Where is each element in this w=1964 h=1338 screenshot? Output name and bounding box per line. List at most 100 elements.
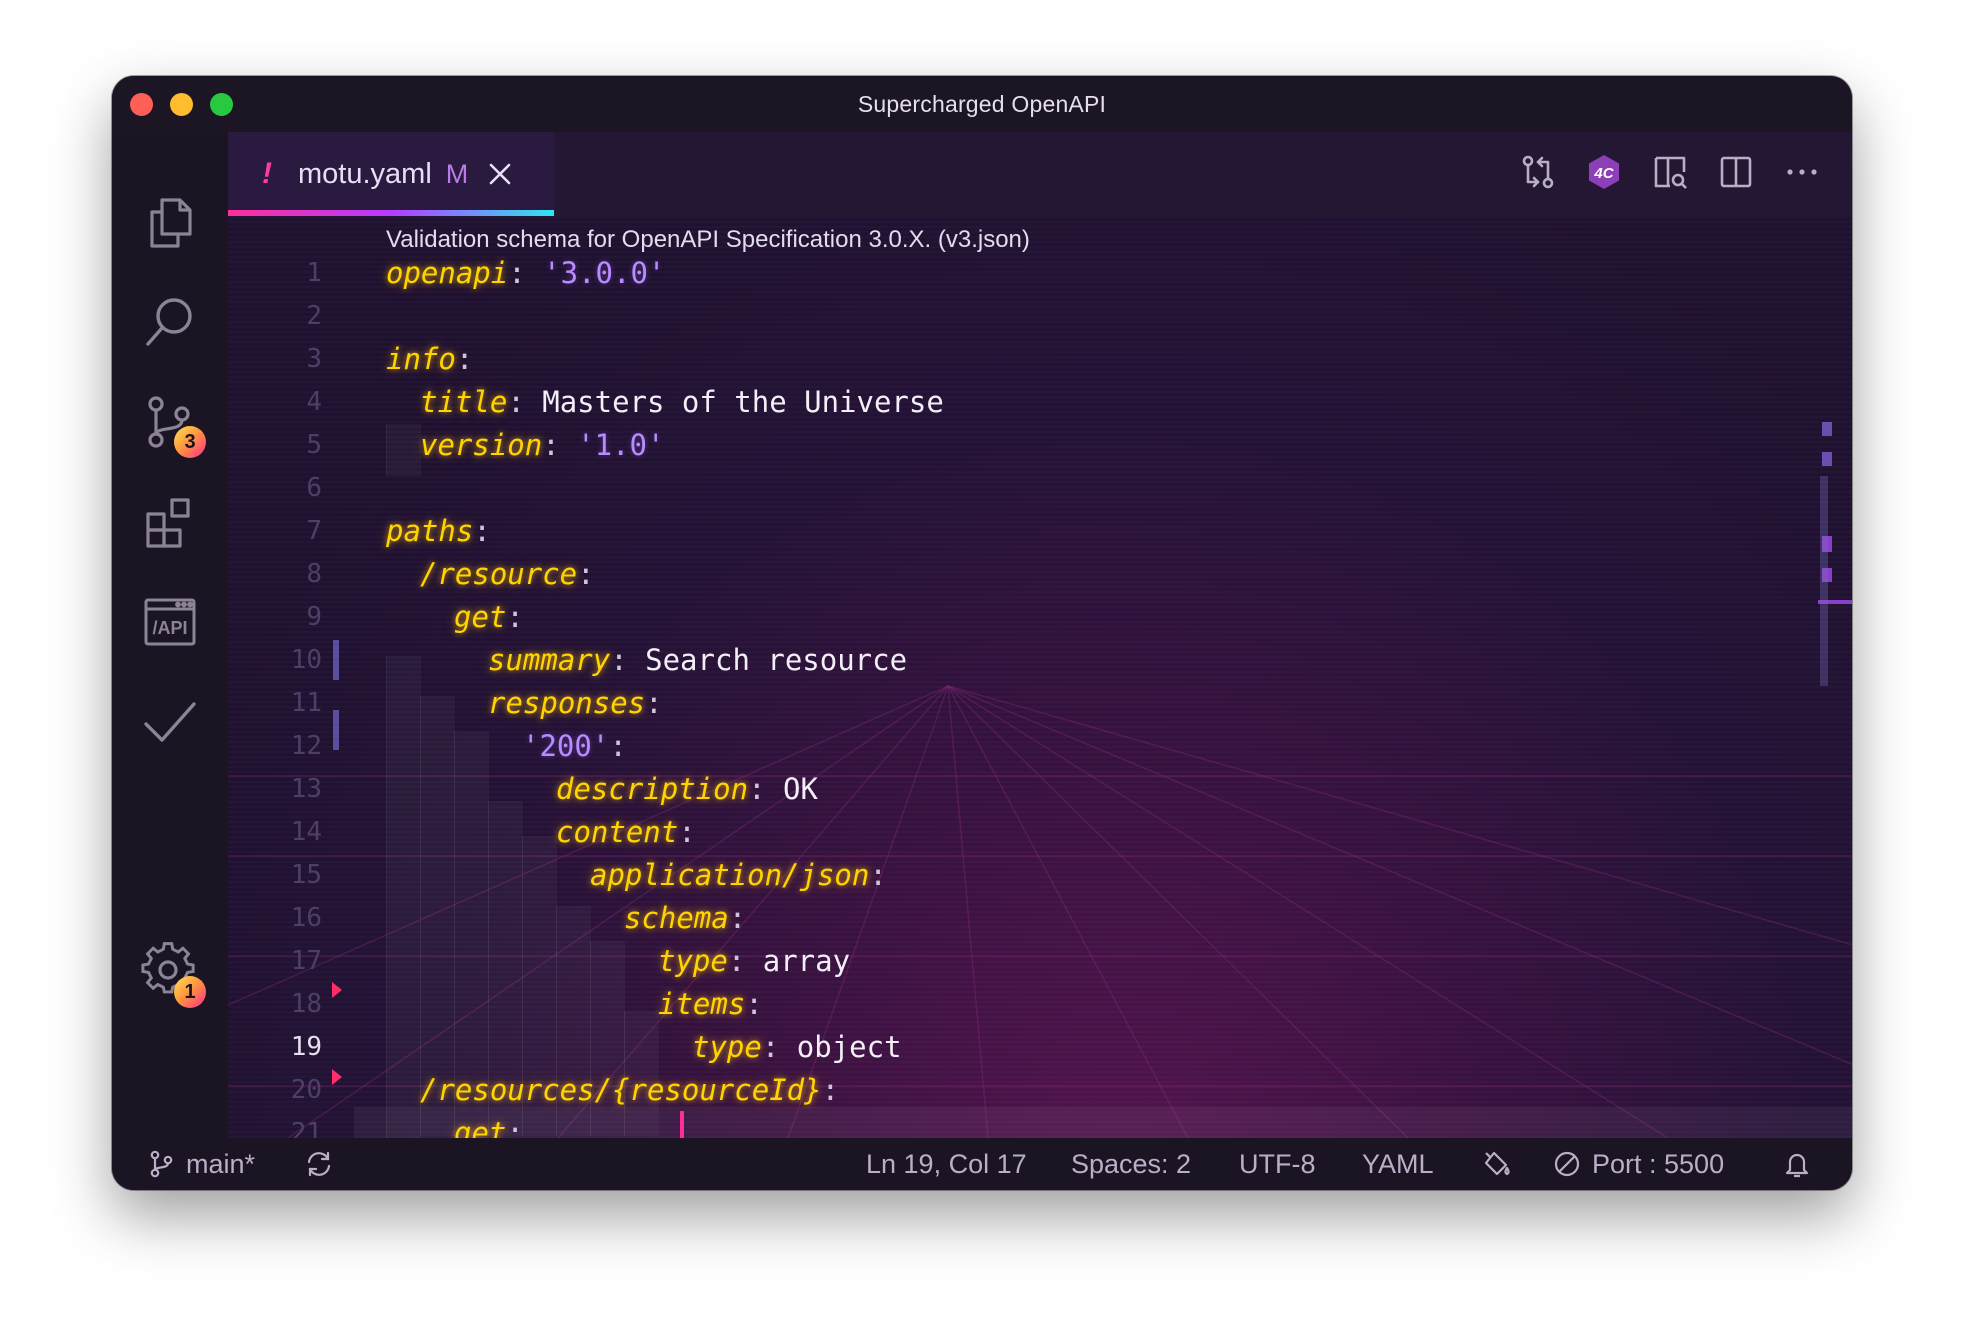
search-icon (146, 298, 192, 346)
code-line[interactable]: 21 get: (228, 1112, 1852, 1138)
line-number: 12 (290, 731, 322, 761)
line-number: 6 (306, 473, 322, 503)
line-number: 11 (290, 688, 322, 718)
open-preview-icon (1654, 156, 1687, 189)
code-line[interactable]: 14 content: (228, 811, 1852, 854)
api-extension-icon: 4C (1589, 155, 1619, 189)
line-code: title: Masters of the Universe (420, 385, 944, 419)
extensions-icon (146, 498, 190, 548)
compare-changes-icon (1522, 155, 1554, 189)
line-code: responses: (488, 686, 663, 720)
theme-button[interactable] (1482, 1138, 1512, 1190)
indentation-setting[interactable]: Spaces: 2 (1071, 1138, 1191, 1190)
code-line[interactable]: 11 responses: (228, 682, 1852, 725)
line-code: summary: Search resource (488, 643, 908, 677)
code-line[interactable]: 8 /resource: (228, 553, 1852, 596)
port-label: Port : 5500 (1592, 1148, 1725, 1179)
line-code: /resource: (420, 557, 595, 591)
api-icon-label: /API (152, 618, 187, 638)
no-entry-icon (1554, 1151, 1580, 1177)
code-line[interactable]: 12 '200': (228, 725, 1852, 768)
close-window-button[interactable] (130, 93, 153, 116)
line-number: 1 (306, 258, 322, 288)
bell-icon (1785, 1153, 1809, 1178)
search-button[interactable] (136, 288, 204, 356)
explorer-button[interactable] (136, 188, 204, 256)
minimize-window-button[interactable] (170, 93, 193, 116)
line-code: schema: (624, 901, 747, 935)
manage-button[interactable]: 1 (136, 938, 206, 1008)
code-line[interactable]: 17 type: array (228, 940, 1852, 983)
line-code: items: (658, 987, 763, 1021)
editor-window: Supercharged OpenAPI 3 /API 1 ! motu.yam… (112, 76, 1852, 1190)
code-line[interactable]: 5 version: '1.0' (228, 424, 1852, 467)
branch-name: main* (186, 1148, 256, 1179)
line-number: 2 (306, 301, 322, 331)
line-code: paths: (386, 514, 491, 548)
code-line[interactable]: 20 /resources/{resourceId}: (228, 1069, 1852, 1112)
code-line[interactable]: 18 items: (228, 983, 1852, 1026)
line-number: 14 (290, 817, 322, 847)
extensions-button[interactable] (136, 488, 204, 556)
api-button[interactable]: /API (136, 588, 204, 656)
line-code: version: '1.0' (420, 428, 665, 462)
more-actions-icon (1787, 169, 1817, 175)
activity-bar: 3 /API 1 (112, 132, 228, 1138)
files-icon (150, 198, 192, 248)
code-line[interactable]: 10 summary: Search resource (228, 639, 1852, 682)
code-line[interactable]: 15 application/json: (228, 854, 1852, 897)
api-extension-button[interactable]: 4C (1582, 150, 1626, 194)
language-mode[interactable]: YAML (1362, 1138, 1434, 1190)
line-number: 5 (306, 430, 322, 460)
code-line[interactable]: 1 openapi: '3.0.0' (228, 252, 1852, 295)
window-title: Supercharged OpenAPI (857, 90, 1107, 117)
line-number: 15 (290, 860, 322, 890)
line-code: type: array (658, 944, 851, 978)
source-control-badge: 3 (174, 426, 206, 458)
line-number: 18 (290, 989, 322, 1019)
split-editor-icon (1720, 156, 1752, 188)
code-line[interactable]: 7 paths: (228, 510, 1852, 553)
warning-icon: ! (262, 157, 272, 190)
code-line[interactable]: 3 info: (228, 338, 1852, 381)
maximize-window-button[interactable] (210, 93, 233, 116)
more-actions-button[interactable] (1780, 150, 1824, 194)
modified-indicator: M (445, 158, 469, 189)
sync-button[interactable] (304, 1138, 334, 1190)
line-code: application/json: (590, 858, 887, 892)
tab-motu-yaml[interactable]: ! motu.yaml M (228, 132, 554, 216)
sync-icon (307, 1151, 331, 1177)
line-number: 10 (290, 645, 322, 675)
schema-breadcrumb[interactable]: Validation schema for OpenAPI Specificat… (386, 226, 1030, 254)
title-bar: Supercharged OpenAPI (112, 76, 1852, 132)
split-editor-button[interactable] (1714, 150, 1758, 194)
code-line[interactable]: 13 description: OK (228, 768, 1852, 811)
check-icon (144, 702, 196, 742)
close-icon[interactable] (486, 160, 514, 188)
source-control-button[interactable]: 3 (136, 388, 206, 458)
git-branch-icon (150, 1150, 173, 1178)
editor-actions: 4C (1516, 150, 1824, 194)
vertical-scrollbar[interactable] (1820, 476, 1828, 686)
code-line[interactable]: 19 type: object (228, 1026, 1852, 1069)
code-line[interactable]: 2 (228, 295, 1852, 338)
code-editor[interactable]: Validation schema for OpenAPI Specificat… (228, 216, 1852, 1138)
line-number: 13 (290, 774, 322, 804)
testing-button[interactable] (136, 688, 204, 756)
code-line[interactable]: 4 title: Masters of the Universe (228, 381, 1852, 424)
status-bar: main* Ln 19, Col 17 Spaces: 2 UTF-8 YAML… (112, 1138, 1852, 1190)
cursor-position[interactable]: Ln 19, Col 17 (866, 1138, 1027, 1190)
code-line[interactable]: 16 schema: (228, 897, 1852, 940)
live-server-port[interactable]: Port : 5500 (1552, 1138, 1724, 1190)
svg-text:4C: 4C (1593, 165, 1614, 182)
code-line[interactable]: 6 (228, 467, 1852, 510)
line-number: 3 (306, 344, 322, 374)
notifications-button[interactable] (1782, 1138, 1812, 1190)
line-number: 9 (306, 602, 322, 632)
branch-indicator[interactable]: main* (146, 1138, 255, 1190)
compare-changes-button[interactable] (1516, 150, 1560, 194)
code-line[interactable]: 9 get: (228, 596, 1852, 639)
window-controls (130, 93, 233, 116)
encoding-setting[interactable]: UTF-8 (1239, 1138, 1316, 1190)
open-preview-button[interactable] (1648, 150, 1692, 194)
